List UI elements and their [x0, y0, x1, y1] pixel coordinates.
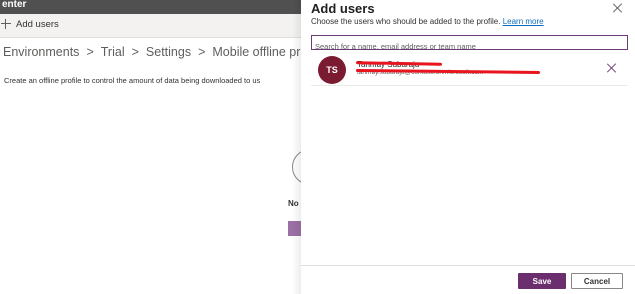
panel-title: Add users — [311, 1, 375, 16]
cancel-button[interactable]: Cancel — [571, 273, 623, 289]
add-users-panel: Add users Choose the users who should be… — [301, 0, 635, 294]
breadcrumb-item-trial[interactable]: Trial — [101, 45, 125, 59]
row-divider — [311, 85, 628, 86]
app-title: enter — [2, 0, 27, 10]
learn-more-link[interactable]: Learn more — [503, 17, 544, 26]
avatar: TS — [318, 56, 346, 84]
user-search-box[interactable] — [311, 35, 628, 53]
breadcrumb-separator: > — [198, 45, 206, 59]
breadcrumb-item-environments[interactable]: Environments — [3, 45, 79, 59]
add-users-command-label: Add users — [16, 18, 59, 30]
panel-subtitle: Choose the users who should be added to … — [311, 17, 544, 26]
plus-icon — [0, 18, 12, 30]
add-users-command[interactable]: Add users — [0, 18, 59, 30]
remove-user-icon[interactable] — [607, 63, 617, 73]
user-search-input[interactable] — [312, 40, 627, 53]
panel-subtitle-text: Choose the users who should be added to … — [311, 17, 501, 26]
close-icon[interactable] — [613, 3, 623, 13]
save-button[interactable]: Save — [518, 273, 566, 289]
breadcrumb-separator: > — [86, 45, 94, 59]
breadcrumb-item-settings[interactable]: Settings — [146, 45, 191, 59]
breadcrumb-separator: > — [131, 45, 139, 59]
footer-divider — [301, 265, 635, 266]
page-description: Create an offline profile to control the… — [4, 76, 261, 85]
selected-user-row: TS Tanmay Subaraju tanmay.subaraju@conto… — [311, 54, 628, 84]
